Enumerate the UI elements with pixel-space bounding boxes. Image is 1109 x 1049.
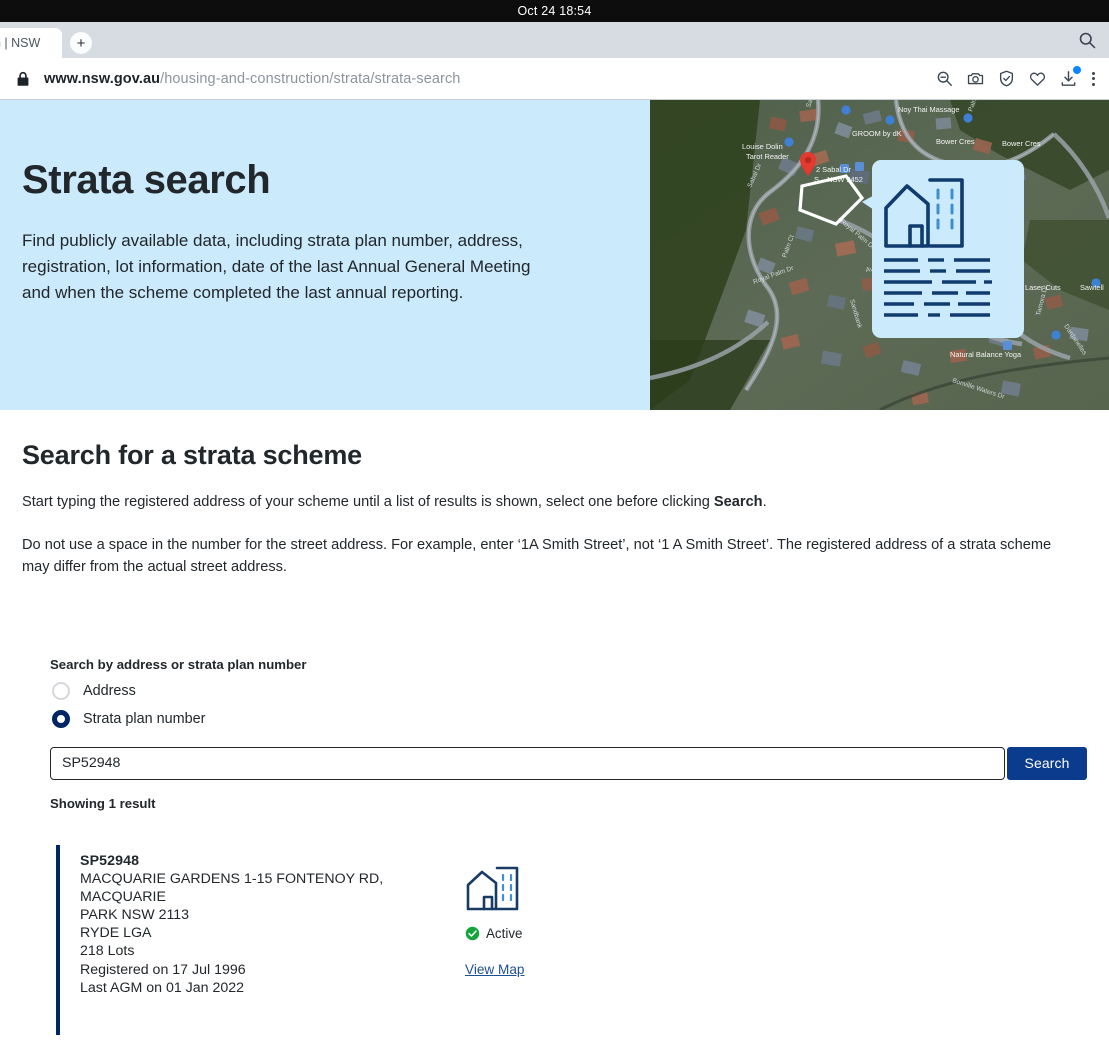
result-status-panel: Active View Map — [465, 853, 527, 1035]
radio-option-strata-plan-number[interactable]: Strata plan number — [50, 705, 1087, 733]
check-circle-icon — [465, 926, 480, 940]
view-map-link[interactable]: View Map — [465, 962, 524, 977]
menu-icon[interactable] — [1090, 71, 1097, 86]
instruction-1-before: Start typing the registered address of y… — [22, 494, 714, 510]
status-label: Active — [486, 925, 523, 941]
heart-icon[interactable] — [1028, 69, 1047, 88]
url-path: /housing-and-construction/strata/strata-… — [160, 70, 461, 87]
svg-text:Louise Dolin: Louise Dolin — [742, 142, 783, 151]
download-icon[interactable] — [1059, 66, 1081, 88]
instruction-paragraph-2: Do not use a space in the number for the… — [22, 536, 1052, 575]
shield-icon[interactable] — [997, 69, 1016, 88]
search-mode-legend: Search by address or strata plan number — [50, 656, 307, 672]
hero-map-image: Noy Thai Massage GROOM by dK Bower Cres … — [650, 100, 1109, 410]
hero-subtitle: Find publicly available data, including … — [22, 231, 531, 302]
url-text[interactable]: www.nsw.gov.au/housing-and-construction/… — [44, 71, 460, 87]
browser-tab-title: h | NSW — [0, 36, 41, 50]
hero-section: Strata search Find publicly available da… — [0, 100, 1109, 410]
instruction-paragraph-1: Start typing the registered address of y… — [22, 492, 1082, 514]
svg-text:Tarot Reader: Tarot Reader — [746, 152, 789, 161]
browser-toolbar-icons — [935, 66, 1099, 88]
result-lga: RYDE LGA — [80, 925, 152, 942]
svg-text:Bower Cres: Bower Cres — [936, 137, 975, 146]
instruction-1-after: . — [762, 494, 767, 510]
camera-icon[interactable] — [966, 69, 985, 88]
svg-text:Noy Thai Massage: Noy Thai Massage — [898, 105, 959, 114]
svg-text:Natural Balance Yoga: Natural Balance Yoga — [950, 350, 1022, 359]
svg-text:GROOM by dK: GROOM by dK — [852, 129, 902, 138]
results-count: Showing 1 result — [50, 795, 156, 811]
hero-strata-card — [872, 160, 1024, 338]
result-plan-number: SP52948 — [80, 852, 140, 869]
svg-text:Bower Cres: Bower Cres — [1002, 139, 1041, 148]
browser-tabstrip: h | NSW + — [0, 22, 1109, 58]
radio-address-label: Address — [83, 682, 136, 699]
search-input[interactable] — [50, 746, 1005, 780]
svg-text:S... NSW 2452: S... NSW 2452 — [814, 175, 863, 184]
lock-icon — [14, 70, 32, 88]
browser-tab[interactable]: h | NSW — [0, 28, 62, 58]
search-button[interactable]: Search — [1007, 746, 1087, 780]
strata-search-form: Search by address or strata plan number … — [22, 657, 1087, 1049]
result-lots: 218 Lots — [80, 943, 135, 960]
search-row: Search — [50, 746, 1087, 780]
radio-option-address[interactable]: Address — [50, 677, 1087, 705]
new-tab-button[interactable]: + — [70, 32, 92, 54]
download-badge — [1073, 66, 1081, 74]
search-icon[interactable] — [1077, 30, 1097, 50]
os-top-bar: Oct 24 18:54 — [0, 0, 1109, 22]
page-title: Strata search — [22, 158, 271, 202]
result-card[interactable]: SP52948 MACQUARIE GARDENS 1-15 FONTENOY … — [56, 844, 1087, 1035]
result-address-line-2: PARK NSW 2113 — [80, 907, 190, 924]
result-details: SP52948 MACQUARIE GARDENS 1-15 FONTENOY … — [80, 853, 455, 1035]
svg-text:2 Sabal Dr: 2 Sabal Dr — [816, 165, 851, 174]
hero-text-panel: Strata search Find publicly available da… — [0, 100, 650, 410]
zoom-out-icon[interactable] — [935, 69, 954, 88]
browser-urlbar[interactable]: www.nsw.gov.au/housing-and-construction/… — [0, 58, 1109, 100]
house-and-apartment-document-icon — [884, 178, 992, 317]
radio-strata-plan-number-indicator[interactable] — [52, 709, 70, 728]
radio-address-indicator[interactable] — [52, 681, 70, 700]
svg-text:Sawtell: Sawtell — [1080, 283, 1104, 292]
result-last-agm-date: Last AGM on 01 Jan 2022 — [80, 979, 245, 996]
result-registered-date: Registered on 17 Jul 1996 — [80, 961, 246, 978]
building-icon — [466, 866, 519, 910]
tab-title-fade — [46, 28, 62, 58]
instruction-1-bold: Search — [713, 494, 763, 510]
url-domain: www.nsw.gov.au — [44, 70, 161, 87]
os-clock: Oct 24 18:54 — [517, 4, 592, 18]
status-badge: Active — [465, 926, 527, 941]
radio-strata-plan-number-label: Strata plan number — [83, 710, 206, 727]
section-title: Search for a strata scheme — [22, 440, 362, 470]
main-content: Search for a strata scheme Start typing … — [0, 410, 1109, 1049]
result-address-line-1: MACQUARIE GARDENS 1-15 FONTENOY RD, MACQ… — [80, 870, 384, 905]
new-tab-plus-icon: + — [76, 34, 86, 52]
